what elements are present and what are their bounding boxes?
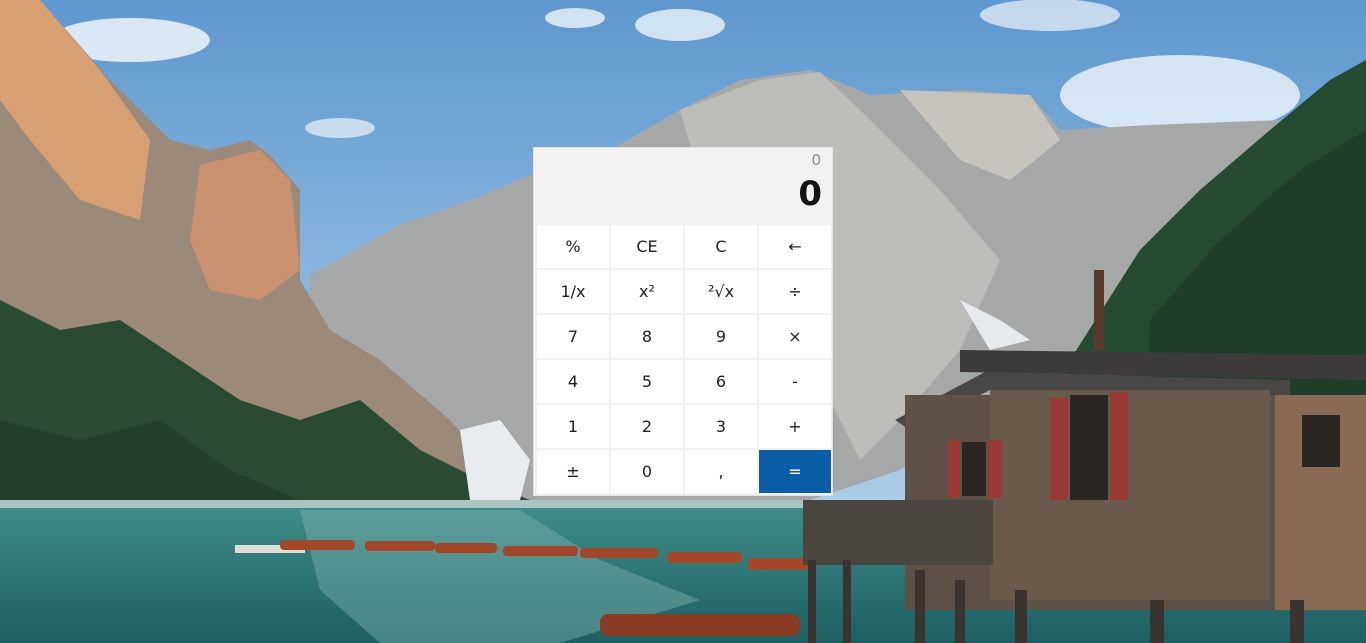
digit-5-button[interactable]: 5	[611, 360, 683, 403]
equals-button[interactable]: =	[759, 450, 831, 493]
digit-4-button[interactable]: 4	[537, 360, 609, 403]
calculator-window: 0 0 % CE C ← 1/x x² ²√x ÷ 7 8 9 × 4 5 6- 1 2 3 + ±0, =	[533, 147, 833, 496]
clear-button[interactable]: C	[685, 225, 757, 268]
multiply-button[interactable]: ×	[759, 315, 831, 358]
calculator-display: 0 0	[534, 148, 834, 224]
digit-3-button[interactable]: 3	[685, 405, 757, 448]
percent-button[interactable]: %	[537, 225, 609, 268]
digit-0-button[interactable]: 0	[611, 450, 683, 493]
square-button[interactable]: x²	[611, 270, 683, 313]
digit-6-button[interactable]: 6	[685, 360, 757, 403]
digit-7-button[interactable]: 7	[537, 315, 609, 358]
decimal-button[interactable]: ,	[685, 450, 757, 493]
square-root-button[interactable]: ²√x	[685, 270, 757, 313]
add-button[interactable]: +	[759, 405, 831, 448]
clear-entry-button[interactable]: CE	[611, 225, 683, 268]
subtract-button[interactable]: -	[759, 360, 831, 403]
backspace-button[interactable]: ←	[759, 225, 831, 268]
digit-2-button[interactable]: 2	[611, 405, 683, 448]
negate-button[interactable]: ±	[537, 450, 609, 493]
digit-8-button[interactable]: 8	[611, 315, 683, 358]
digit-1-button[interactable]: 1	[537, 405, 609, 448]
result-display: 0	[798, 174, 822, 214]
keypad: % CE C ← 1/x x² ²√x ÷ 7 8 9 × 4 5 6- 1 2 3 + ±0, =	[537, 225, 831, 493]
reciprocal-button[interactable]: 1/x	[537, 270, 609, 313]
divide-button[interactable]: ÷	[759, 270, 831, 313]
expression-display: 0	[811, 151, 821, 169]
digit-9-button[interactable]: 9	[685, 315, 757, 358]
